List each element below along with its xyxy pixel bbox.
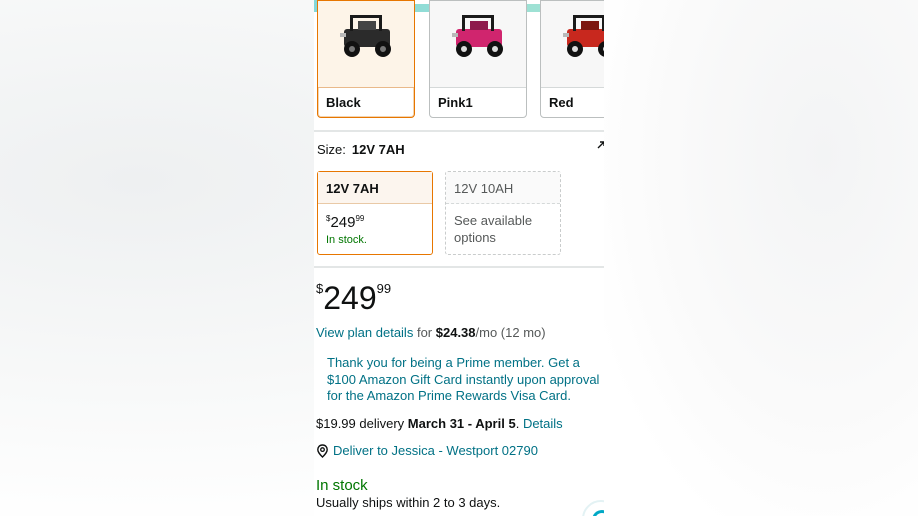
ride-on-jeep-image	[340, 15, 391, 57]
color-label: Red	[549, 95, 574, 110]
delivery-dates: March 31 - April 5	[407, 416, 516, 431]
delivery-period: .	[515, 416, 520, 431]
size-option-stock: In stock.	[326, 234, 367, 246]
product-thumbnail	[430, 1, 526, 88]
divider	[314, 266, 604, 268]
location-pin-icon	[317, 444, 328, 458]
size-selected-value: 12V 7AH	[351, 142, 405, 157]
plan-for-text: for	[416, 325, 433, 340]
size-option-name: 12V 10AH	[446, 172, 560, 204]
see-available-options: See available options	[454, 213, 533, 245]
price: $24999	[316, 280, 392, 316]
divider	[314, 130, 604, 132]
prime-card-offer-link[interactable]: Thank you for being a Prime member. Get …	[327, 355, 604, 405]
color-swatch-red[interactable]: Red	[540, 0, 604, 118]
shipping-estimate: Usually ships within 2 to 3 days.	[316, 495, 501, 510]
delivery-details-link[interactable]: Details	[523, 416, 563, 431]
color-label: Black	[326, 95, 361, 110]
product-thumbnail	[318, 1, 414, 88]
color-swatch-black[interactable]: Black	[317, 0, 415, 118]
product-page: Black Pink1 Red Size: 12V 7AH 12V 7AH $2…	[314, 0, 604, 516]
deliver-to-location[interactable]: Deliver to Jessica - Westport 02790	[316, 443, 538, 458]
ride-on-jeep-image	[563, 15, 604, 57]
stock-status: In stock	[316, 477, 368, 494]
size-selector-label: Size: 12V 7AH	[317, 142, 405, 157]
size-label: Size:	[317, 142, 346, 157]
ride-on-jeep-image	[452, 15, 503, 57]
delivery-fee: $19.99 delivery	[316, 416, 405, 431]
background-blur	[604, 0, 918, 516]
product-thumbnail	[541, 1, 604, 88]
size-option-name: 12V 7AH	[318, 172, 432, 204]
deliver-to-text: Deliver to Jessica - Westport 02790	[333, 443, 538, 458]
floating-action-button[interactable]	[582, 500, 604, 516]
plan-amount: $24.38	[435, 325, 476, 340]
color-label: Pink1	[438, 95, 473, 110]
expand-icon[interactable]	[597, 141, 604, 149]
size-option-12v-7ah[interactable]: 12V 7AH $24999 In stock.	[317, 171, 433, 255]
color-swatch-pink1[interactable]: Pink1	[429, 0, 527, 118]
view-plan-details-link[interactable]: View plan details	[316, 325, 413, 340]
plan-term: /mo (12 mo)	[475, 325, 546, 340]
size-option-12v-10ah[interactable]: 12V 10AH See available options	[445, 171, 561, 255]
payment-plan: View plan details for $24.38/mo (12 mo)	[316, 325, 546, 340]
delivery-info: $19.99 delivery March 31 - April 5. Deta…	[316, 416, 563, 431]
size-option-price: $24999	[326, 214, 365, 231]
